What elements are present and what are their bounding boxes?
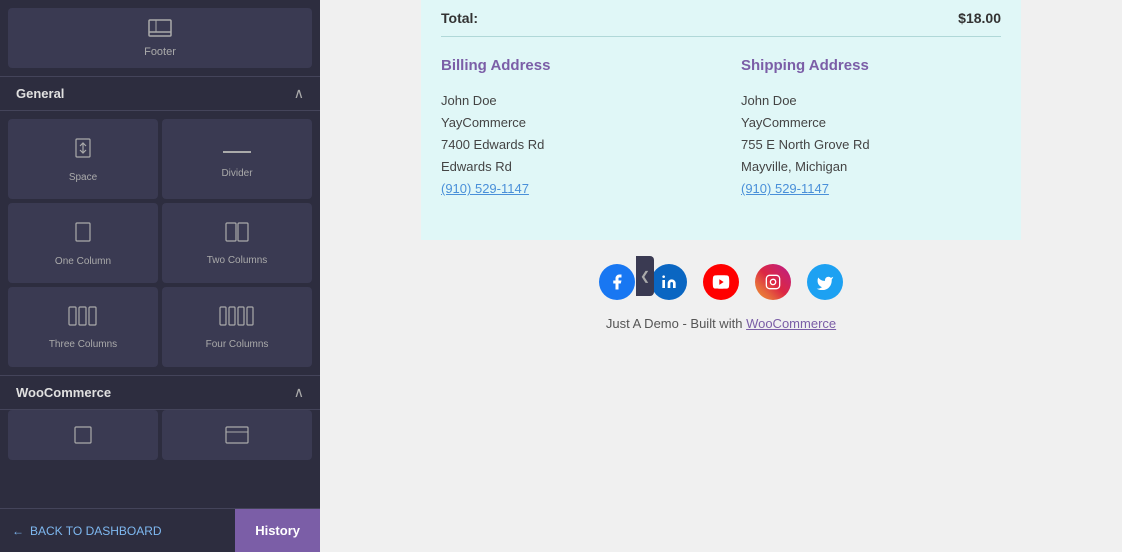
history-button[interactable]: History bbox=[235, 509, 320, 552]
one-column-icon bbox=[73, 220, 93, 250]
divider-icon bbox=[223, 139, 251, 162]
general-section-header: General ∧ bbox=[0, 76, 320, 111]
billing-address-text: John Doe YayCommerce 7400 Edwards Rd Edw… bbox=[441, 90, 701, 200]
divider-label: Divider bbox=[221, 168, 252, 179]
shipping-address-text: John Doe YayCommerce 755 E North Grove R… bbox=[741, 90, 1001, 200]
block-space[interactable]: Space bbox=[8, 119, 158, 199]
four-columns-label: Four Columns bbox=[206, 339, 269, 350]
billing-phone[interactable]: (910) 529-1147 bbox=[441, 178, 701, 200]
shipping-address-title: Shipping Address bbox=[741, 57, 1001, 74]
block-three-columns[interactable]: Three Columns bbox=[8, 287, 158, 367]
linkedin-icon[interactable] bbox=[651, 264, 687, 300]
social-icons-section bbox=[320, 240, 1122, 316]
main-content: Total: $18.00 Billing Address John Doe Y… bbox=[320, 0, 1122, 552]
back-dashboard-button[interactable]: ← BACK TO DASHBOARD bbox=[0, 509, 235, 552]
block-one-column[interactable]: One Column bbox=[8, 203, 158, 283]
woocommerce-link[interactable]: WooCommerce bbox=[746, 316, 836, 331]
shipping-phone[interactable]: (910) 529-1147 bbox=[741, 178, 1001, 200]
general-toggle-icon[interactable]: ∧ bbox=[294, 85, 304, 102]
three-columns-icon bbox=[68, 305, 98, 333]
total-row: Total: $18.00 bbox=[441, 0, 1001, 37]
shipping-address2: Mayville, Michigan bbox=[741, 156, 1001, 178]
billing-company: YayCommerce bbox=[441, 112, 701, 134]
two-columns-icon bbox=[225, 221, 249, 249]
collapse-sidebar-handle[interactable]: ❮ bbox=[636, 256, 654, 296]
woo-block-2[interactable] bbox=[162, 410, 312, 460]
woocommerce-section-header: WooCommerce ∧ bbox=[0, 375, 320, 410]
billing-address-block: Billing Address John Doe YayCommerce 740… bbox=[441, 57, 701, 200]
one-column-label: One Column bbox=[55, 256, 111, 267]
sidebar-bottom-bar: ← BACK TO DASHBOARD History bbox=[0, 508, 320, 552]
two-columns-label: Two Columns bbox=[207, 255, 268, 266]
footer-text: Just A Demo - Built with bbox=[606, 316, 743, 331]
block-four-columns[interactable]: Four Columns bbox=[162, 287, 312, 367]
youtube-icon[interactable] bbox=[703, 264, 739, 300]
back-arrow-icon: ← bbox=[12, 524, 24, 538]
space-icon bbox=[73, 136, 93, 166]
woo-block-1[interactable] bbox=[8, 410, 158, 460]
shipping-company: YayCommerce bbox=[741, 112, 1001, 134]
general-title: General bbox=[16, 86, 64, 101]
billing-address2: Edwards Rd bbox=[441, 156, 701, 178]
instagram-icon[interactable] bbox=[755, 264, 791, 300]
woocommerce-toggle-icon[interactable]: ∧ bbox=[294, 384, 304, 401]
block-two-columns[interactable]: Two Columns bbox=[162, 203, 312, 283]
woocommerce-blocks bbox=[0, 410, 320, 464]
history-label: History bbox=[255, 523, 300, 538]
space-label: Space bbox=[69, 172, 97, 183]
sidebar: Footer General ∧ Space bbox=[0, 0, 320, 552]
footer-icon bbox=[148, 19, 172, 42]
general-blocks-grid: Space Divider One Column bbox=[0, 111, 320, 375]
addresses-section: Billing Address John Doe YayCommerce 740… bbox=[441, 37, 1001, 220]
four-columns-icon bbox=[219, 305, 255, 333]
back-dashboard-label: BACK TO DASHBOARD bbox=[30, 524, 162, 538]
billing-address-title: Billing Address bbox=[441, 57, 701, 74]
total-label: Total: bbox=[441, 10, 478, 26]
twitter-icon[interactable] bbox=[807, 264, 843, 300]
woo-blocks-grid bbox=[8, 410, 312, 460]
footer-label: Footer bbox=[144, 46, 176, 58]
woocommerce-title: WooCommerce bbox=[16, 385, 111, 400]
order-panel: Total: $18.00 Billing Address John Doe Y… bbox=[421, 0, 1021, 240]
three-columns-label: Three Columns bbox=[49, 339, 117, 350]
facebook-icon[interactable] bbox=[599, 264, 635, 300]
footer-block[interactable]: Footer bbox=[8, 8, 312, 68]
total-amount: $18.00 bbox=[958, 10, 1001, 26]
billing-name: John Doe bbox=[441, 90, 701, 112]
billing-address1: 7400 Edwards Rd bbox=[441, 134, 701, 156]
shipping-name: John Doe bbox=[741, 90, 1001, 112]
built-with-text: Just A Demo - Built with WooCommerce bbox=[606, 316, 836, 351]
shipping-address1: 755 E North Grove Rd bbox=[741, 134, 1001, 156]
block-divider[interactable]: Divider bbox=[162, 119, 312, 199]
shipping-address-block: Shipping Address John Doe YayCommerce 75… bbox=[741, 57, 1001, 200]
